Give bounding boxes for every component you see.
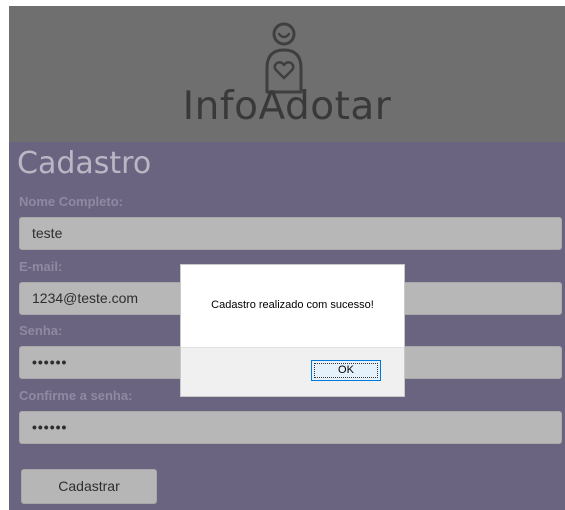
form-title: Cadastro bbox=[17, 146, 152, 181]
dialog-footer: OK bbox=[181, 347, 404, 396]
confirm-password-input[interactable]: •••••• bbox=[19, 411, 562, 444]
dialog-message: Cadastro realizado com sucesso! bbox=[211, 299, 374, 311]
alert-dialog: Cadastro realizado com sucesso! OK bbox=[180, 264, 405, 397]
full-name-label: Nome Completo: bbox=[19, 194, 123, 209]
ok-button[interactable]: OK bbox=[311, 360, 381, 381]
brand-name: InfoAdotar bbox=[182, 84, 392, 129]
header: InfoAdotar bbox=[9, 6, 565, 142]
app-frame: InfoAdotar Cadastro Nome Completo: teste… bbox=[9, 6, 565, 510]
dialog-body: Cadastro realizado com sucesso! bbox=[181, 265, 404, 347]
full-name-input[interactable]: teste bbox=[19, 217, 562, 250]
email-label: E-mail: bbox=[19, 259, 63, 274]
submit-button[interactable]: Cadastrar bbox=[21, 469, 157, 504]
password-label: Senha: bbox=[19, 323, 63, 338]
confirm-password-label: Confirme a senha: bbox=[19, 388, 133, 403]
